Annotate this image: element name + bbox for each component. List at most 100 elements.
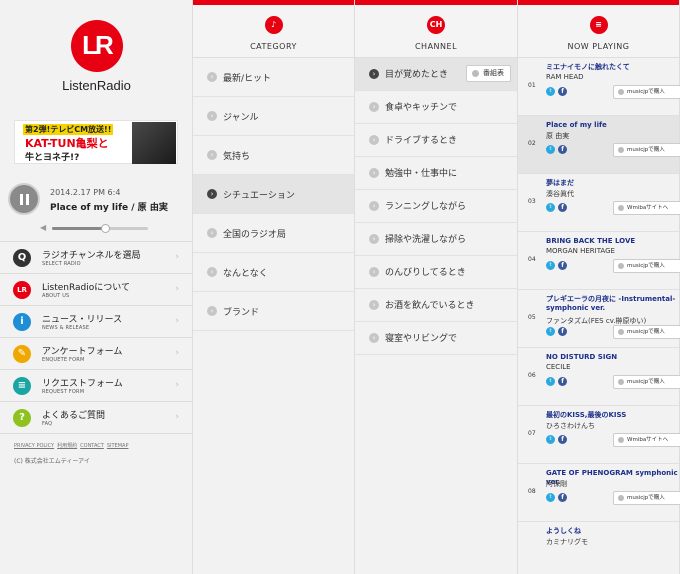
channel-label: ランニングしながら <box>385 202 467 212</box>
buy-button[interactable]: Wmibaサイトへ <box>613 201 680 215</box>
facebook-icon[interactable]: f <box>558 203 567 212</box>
arrow-right-icon: › <box>207 228 217 238</box>
twitter-icon[interactable]: t <box>546 261 555 270</box>
category-label: ジャンル <box>223 113 259 123</box>
channel-item[interactable]: › のんびりしてるとき <box>355 256 517 289</box>
category-title: CATEGORY <box>250 42 297 51</box>
footer-link[interactable]: SITEMAP <box>107 443 129 449</box>
track-number: 07 <box>528 430 536 437</box>
channel-label: ドライブするとき <box>385 136 458 146</box>
channel-item[interactable]: › 勉強中・仕事中に <box>355 157 517 190</box>
buy-button[interactable]: Wmibaサイトへ <box>613 433 680 447</box>
track-artist: 阿保剛 <box>546 480 567 488</box>
facebook-icon[interactable]: f <box>558 493 567 502</box>
facebook-icon[interactable]: f <box>558 145 567 154</box>
category-item[interactable]: › 全国のラジオ局 <box>193 214 354 253</box>
category-item[interactable]: › なんとなく <box>193 253 354 292</box>
category-label: 全国のラジオ局 <box>223 230 286 240</box>
menu-sublabel: REQUEST FORM <box>42 389 85 395</box>
category-label: なんとなく <box>223 269 268 279</box>
menu-item-faq[interactable]: ? よくあるご質問 FAQ › <box>0 402 193 434</box>
buy-button[interactable]: musicjpで購入 <box>613 491 680 505</box>
arrow-right-icon: › <box>369 333 379 343</box>
category-item[interactable]: › 最新/ヒット <box>193 58 354 97</box>
footer-link[interactable]: 利用規約 <box>57 443 77 449</box>
menu-item-request-form[interactable]: ≡ リクエストフォーム REQUEST FORM › <box>0 370 193 402</box>
facebook-icon[interactable]: f <box>558 435 567 444</box>
track-artist: RAM HEAD <box>546 73 584 81</box>
track-title: Place of my life <box>546 121 607 129</box>
footer-link[interactable]: PRIVACY POLICY <box>14 443 54 449</box>
pause-button[interactable] <box>8 183 40 215</box>
menu-item-enquete-form[interactable]: ✎ アンケートフォーム ENQUETE FORM › <box>0 338 193 370</box>
track-artist: カミナリグモ <box>546 538 588 546</box>
chevron-right-icon: › <box>175 380 179 390</box>
main-menu: Q ラジオチャンネルを選局 SELECT RADIO › LR ListenRadioにつ… <box>0 241 193 434</box>
twitter-icon[interactable]: t <box>546 87 555 96</box>
twitter-icon[interactable]: t <box>546 327 555 336</box>
twitter-icon[interactable]: t <box>546 493 555 502</box>
category-item[interactable]: › ブランド <box>193 292 354 331</box>
channel-item[interactable]: › 寝室やリビングで <box>355 322 517 355</box>
category-header: ♪ CATEGORY <box>193 5 354 58</box>
buy-button[interactable]: musicjpで購入 <box>613 259 680 273</box>
program-guide-button[interactable]: 番組表 <box>466 65 511 82</box>
menu-item-about-us[interactable]: LR ListenRadioについて ABOUT US › <box>0 274 193 306</box>
channel-label: 食卓やキッチンで <box>385 103 458 113</box>
facebook-icon[interactable]: f <box>558 377 567 386</box>
channel-item[interactable]: › 掃除や洗濯しながら <box>355 223 517 256</box>
logo[interactable]: LR ListenRadio <box>0 20 193 93</box>
chevron-right-icon: › <box>175 284 179 294</box>
arrow-right-icon: › <box>207 150 217 160</box>
arrow-right-icon: › <box>207 111 217 121</box>
arrow-right-icon: › <box>369 102 379 112</box>
menu-sublabel: ABOUT US <box>42 293 70 299</box>
facebook-icon[interactable]: f <box>558 261 567 270</box>
channel-item[interactable]: › ドライブするとき <box>355 124 517 157</box>
player-timestamp: 2014.2.17 PM 6:4 <box>50 188 121 197</box>
buy-button[interactable]: musicjpで購入 <box>613 375 680 389</box>
volume-knob[interactable] <box>100 224 110 233</box>
channel-item[interactable]: › 目が覚めたとき 番組表 <box>355 58 517 91</box>
track-artist: CECILE <box>546 363 571 371</box>
channel-item[interactable]: › お酒を飲んでいるとき <box>355 289 517 322</box>
buy-button[interactable]: musicjpで購入 <box>613 143 680 157</box>
music-note-icon: ♪ <box>264 16 283 34</box>
twitter-icon[interactable]: t <box>546 377 555 386</box>
track-title: プレギエーラの月夜に -Instrumental- symphonic ver. <box>546 295 676 312</box>
channel-label: のんびりしてるとき <box>385 268 466 278</box>
banner-line-1: 第2弾!テレビCM放送!! <box>23 124 114 135</box>
menu-label: よくあるご質問 <box>42 411 106 421</box>
chevron-right-icon: › <box>175 316 179 326</box>
facebook-icon[interactable]: f <box>558 87 567 96</box>
channel-header: CH CHANNEL <box>355 5 517 58</box>
volume-slider[interactable] <box>52 224 148 233</box>
category-label: 最新/ヒット <box>223 74 272 84</box>
arrow-right-icon: › <box>369 69 379 79</box>
menu-label: ListenRadioについて <box>42 283 130 293</box>
chevron-right-icon: › <box>175 348 179 358</box>
track-title: NO DISTURD SIGN <box>546 353 618 361</box>
channel-label: 寝室やリビングで <box>385 334 458 344</box>
lr-logo-icon: LR <box>13 281 31 299</box>
twitter-icon[interactable]: t <box>546 145 555 154</box>
track-item: 03 夢はまだ 湊谷眞代 t f Wmibaサイトへ <box>518 174 680 232</box>
twitter-icon[interactable]: t <box>546 203 555 212</box>
menu-item-select-radio[interactable]: Q ラジオチャンネルを選局 SELECT RADIO › <box>0 242 193 274</box>
now-playing-header: ≡ NOW PLAYING <box>518 5 679 58</box>
twitter-icon[interactable]: t <box>546 435 555 444</box>
channel-item[interactable]: › ランニングしながら <box>355 190 517 223</box>
buy-button[interactable]: musicjpで購入 <box>613 325 680 339</box>
menu-label: リクエストフォーム <box>42 379 123 389</box>
footer-link[interactable]: CONTACT <box>80 443 104 449</box>
menu-item-news-release[interactable]: i ニュース・リリース NEWS & RELEASE › <box>0 306 193 338</box>
category-item[interactable]: › シチュエーション <box>193 175 354 214</box>
promo-banner[interactable]: 第2弾!テレビCM放送!! KAT-TUN亀梨と 牛とヨネ子!? <box>14 120 178 164</box>
facebook-icon[interactable]: f <box>558 327 567 336</box>
arrow-right-icon: › <box>207 72 217 82</box>
buy-button[interactable]: musicjpで購入 <box>613 85 680 99</box>
arrow-right-icon: › <box>207 267 217 277</box>
category-item[interactable]: › 気持ち <box>193 136 354 175</box>
channel-item[interactable]: › 食卓やキッチンで <box>355 91 517 124</box>
category-item[interactable]: › ジャンル <box>193 97 354 136</box>
